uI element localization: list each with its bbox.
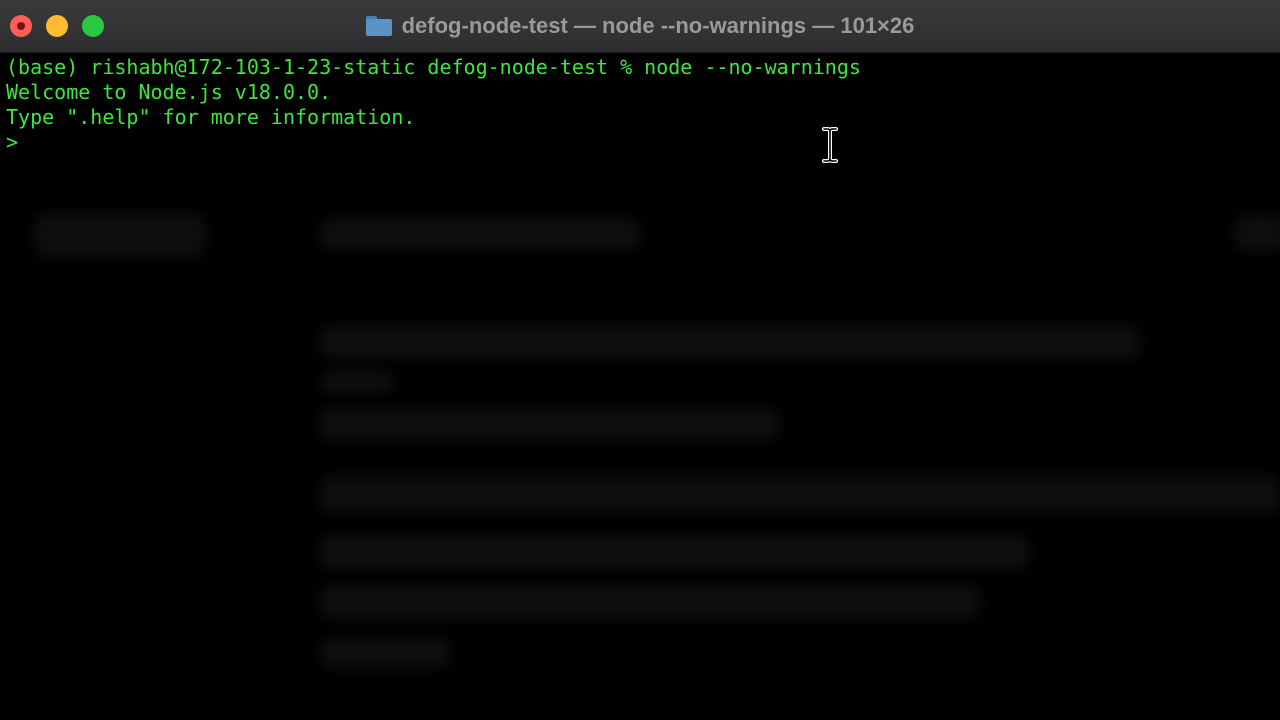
- terminal-line: Welcome to Node.js v18.0.0.: [6, 80, 332, 104]
- terminal-prompt[interactable]: >: [6, 130, 18, 155]
- background-blur-shape: [320, 535, 1030, 569]
- terminal-line: (base) rishabh@172-103-1-23-static defog…: [6, 55, 861, 79]
- background-blur-shape: [320, 408, 780, 440]
- background-blur-shape: [320, 325, 1140, 359]
- background-blur-shape: [35, 213, 205, 258]
- background-blur-shape: [320, 638, 450, 668]
- background-blur-shape: [320, 371, 395, 393]
- background-blur-shape: [1235, 215, 1280, 251]
- folder-icon: [365, 16, 392, 36]
- terminal-window: defog-node-test — node --no-warnings — 1…: [0, 0, 1280, 720]
- background-blur-shape: [320, 585, 980, 619]
- title-bar[interactable]: defog-node-test — node --no-warnings — 1…: [0, 0, 1280, 53]
- ibeam-cursor-icon: [822, 127, 838, 163]
- background-blur-shape: [320, 218, 640, 250]
- window-title: defog-node-test — node --no-warnings — 1…: [401, 13, 915, 38]
- terminal-line: Type ".help" for more information.: [6, 105, 416, 129]
- window-title-group: defog-node-test — node --no-warnings — 1…: [0, 0, 1280, 52]
- background-blur-shape: [320, 476, 1280, 512]
- terminal-output-area[interactable]: (base) rishabh@172-103-1-23-static defog…: [0, 53, 1280, 720]
